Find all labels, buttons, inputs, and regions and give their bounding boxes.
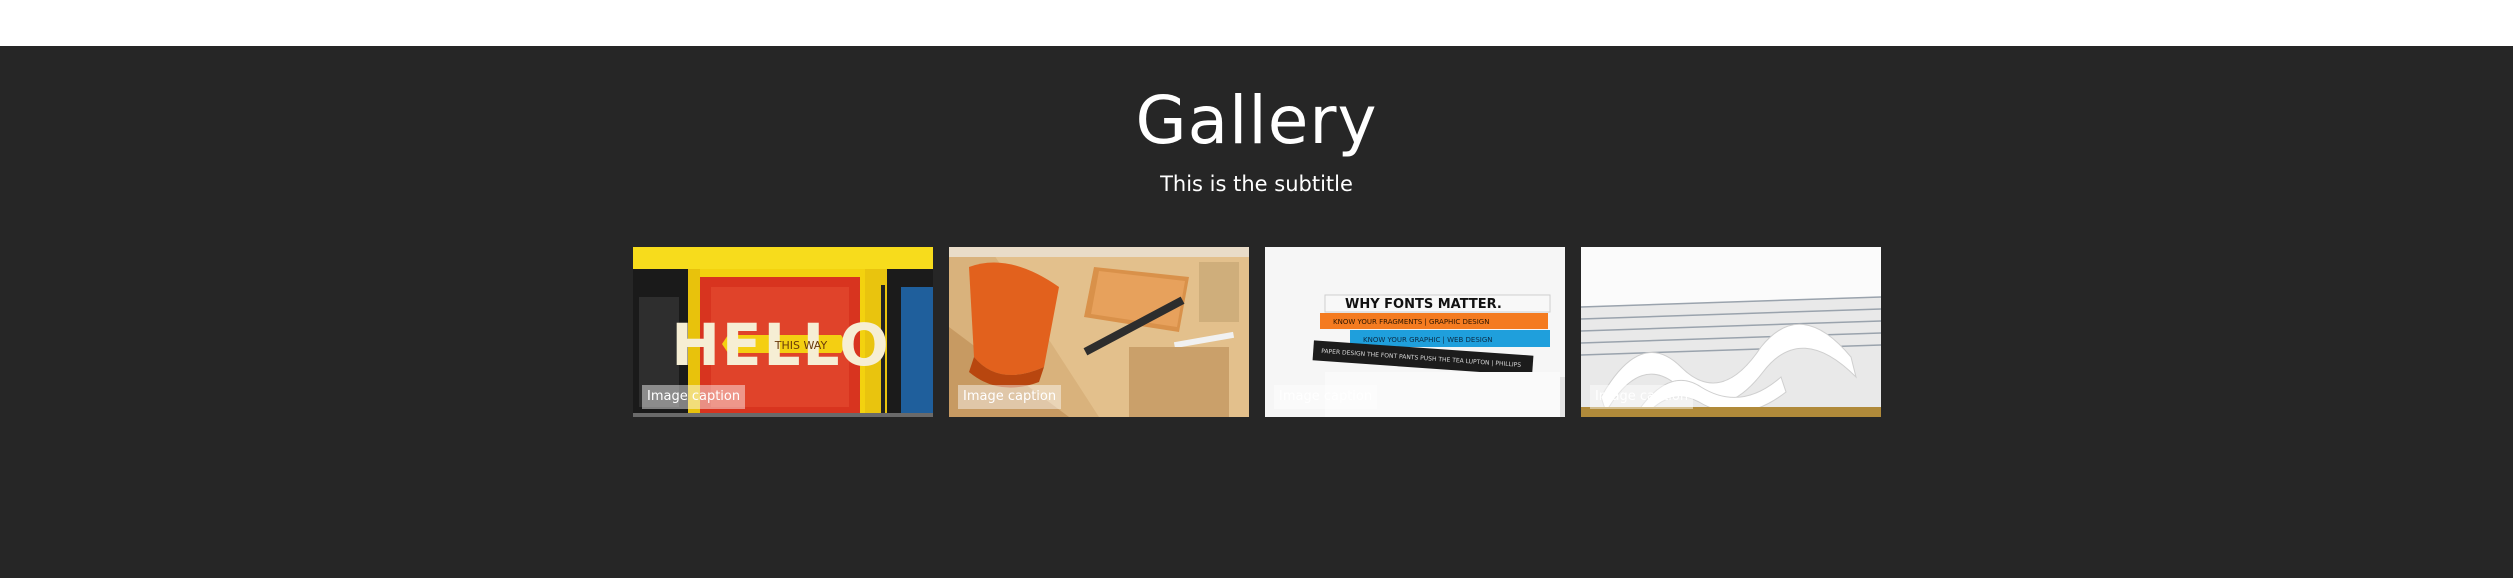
image-caption: Image caption [1274,385,1378,409]
gallery-card-1[interactable]: HELLO THIS WAY Image caption [633,247,933,417]
book-title-3: KNOW YOUR GRAPHIC | WEB DESIGN [1363,336,1493,344]
gallery-card-3[interactable]: WHY FONTS MATTER. KNOW YOUR FRAGMENTS | … [1265,247,1565,417]
gallery-grid: HELLO THIS WAY Image caption Image capti… [633,247,1881,417]
gallery-card-2[interactable]: Image caption [949,247,1249,417]
book-title-2: KNOW YOUR FRAGMENTS | GRAPHIC DESIGN [1333,318,1489,326]
image-caption: Image caption [642,385,746,409]
image-caption: Image caption [1590,385,1694,409]
book-title-1: WHY FONTS MATTER. [1345,297,1502,312]
this-way-text: THIS WAY [774,339,828,352]
image-caption: Image caption [958,385,1062,409]
gallery-subtitle: This is the subtitle [1160,172,1353,196]
gallery-card-4[interactable]: Image caption [1581,247,1881,417]
top-bar [0,0,2513,46]
gallery-section: Gallery This is the subtitle HELLO THIS … [0,46,2513,578]
gallery-title: Gallery [1135,82,1378,159]
